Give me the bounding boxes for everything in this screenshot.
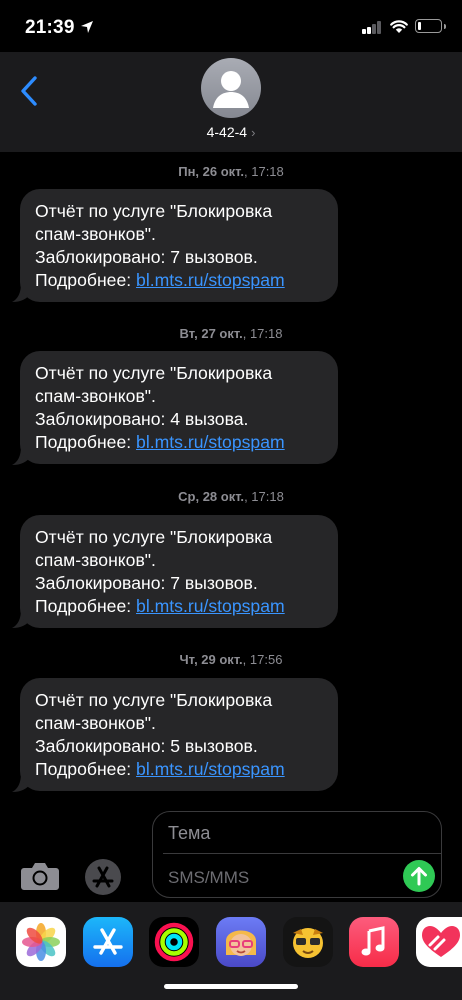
message-line: Отчёт по услуге "Блокировка: [35, 690, 273, 710]
message-line: Подробнее: bl.mts.ru/stopspam: [35, 431, 324, 454]
status-time: 21:39: [25, 17, 75, 38]
conversation-header: 4-42-4 ›: [0, 52, 462, 152]
chevron-right-icon: ›: [251, 125, 256, 140]
message-link[interactable]: bl.mts.ru/stopspam: [136, 270, 285, 290]
message-line: спам-звонков".: [35, 550, 156, 570]
timestamp-time: 17:56: [249, 652, 283, 667]
message-line: Отчёт по услуге "Блокировка: [35, 527, 273, 547]
contact-name[interactable]: 4-42-4: [207, 124, 247, 140]
message-bubble[interactable]: Отчёт по услуге "Блокировка спам-звонков…: [20, 351, 338, 464]
timestamp-day: Ср, 28 окт.: [178, 489, 245, 504]
timestamp-time: 17:18: [251, 489, 284, 504]
battery-icon: [415, 19, 446, 33]
more-label: Подробнее:: [35, 432, 132, 452]
message-line: спам-звонков".: [35, 713, 156, 733]
message-link[interactable]: bl.mts.ru/stopspam: [136, 759, 285, 779]
message-line: спам-звонков".: [35, 386, 156, 406]
message-line: спам-звонков".: [35, 224, 156, 244]
message-line: Заблокировано: 5 вызовов.: [35, 736, 258, 756]
digital-touch-icon[interactable]: [416, 917, 462, 967]
message-line: Подробнее: bl.mts.ru/stopspam: [35, 758, 324, 781]
message-line: Заблокировано: 4 вызова.: [35, 409, 249, 429]
message-timestamp: Пн, 26 окт., 17:18: [178, 164, 284, 179]
arrow-up-icon: [411, 867, 427, 886]
message-link[interactable]: bl.mts.ru/stopspam: [136, 432, 285, 452]
activity-icon[interactable]: [149, 917, 199, 967]
contact-name-row[interactable]: 4-42-4 ›: [0, 124, 462, 140]
app-store-a-icon: [92, 866, 114, 888]
timestamp-time: 17:18: [251, 164, 284, 179]
camera-icon[interactable]: [20, 861, 60, 891]
message-line: Отчёт по услуге "Блокировка: [35, 363, 273, 383]
memoji-icon[interactable]: [216, 917, 266, 967]
more-label: Подробнее:: [35, 596, 132, 616]
app-store-icon[interactable]: [83, 917, 133, 967]
location-arrow-icon: [81, 21, 93, 33]
composer-divider: [163, 853, 441, 854]
message-line: Отчёт по услуге "Блокировка: [35, 201, 273, 221]
contact-avatar[interactable]: [201, 58, 261, 118]
send-button[interactable]: [403, 860, 435, 892]
more-label: Подробнее:: [35, 759, 132, 779]
message-line: Заблокировано: 7 вызовов.: [35, 247, 258, 267]
message-line: Заблокировано: 7 вызовов.: [35, 573, 258, 593]
message-input[interactable]: SMS/MMS: [168, 868, 249, 888]
message-bubble[interactable]: Отчёт по услуге "Блокировка спам-звонков…: [20, 515, 338, 628]
message-timestamp: Ср, 28 окт., 17:18: [178, 489, 284, 504]
person-icon: [213, 71, 249, 108]
status-bar: 21:39: [0, 0, 462, 52]
timestamp-time: 17:18: [249, 326, 283, 341]
more-label: Подробнее:: [35, 270, 132, 290]
home-indicator[interactable]: [164, 984, 298, 989]
message-timestamp: Чт, 29 окт., 17:56: [179, 652, 283, 667]
wifi-icon: [390, 20, 408, 33]
message-line: Подробнее: bl.mts.ru/stopspam: [35, 269, 324, 292]
timestamp-day: Чт, 29 окт.: [179, 652, 243, 667]
app-store-button[interactable]: [85, 859, 121, 895]
message-composer[interactable]: Тема SMS/MMS: [152, 811, 442, 898]
message-bubble[interactable]: Отчёт по услуге "Блокировка спам-звонков…: [20, 189, 338, 302]
animoji-icon[interactable]: [283, 917, 333, 967]
message-bubble[interactable]: Отчёт по услуге "Блокировка спам-звонков…: [20, 678, 338, 791]
photos-icon[interactable]: [16, 917, 66, 967]
music-icon[interactable]: [349, 917, 399, 967]
timestamp-day: Вт, 27 окт.: [179, 326, 243, 341]
subject-field[interactable]: Тема: [168, 823, 210, 844]
message-line: Подробнее: bl.mts.ru/stopspam: [35, 595, 324, 618]
message-link[interactable]: bl.mts.ru/stopspam: [136, 596, 285, 616]
back-chevron-icon[interactable]: [18, 74, 40, 108]
message-timestamp: Вт, 27 окт., 17:18: [179, 326, 283, 341]
timestamp-day: Пн, 26 окт.: [178, 164, 244, 179]
